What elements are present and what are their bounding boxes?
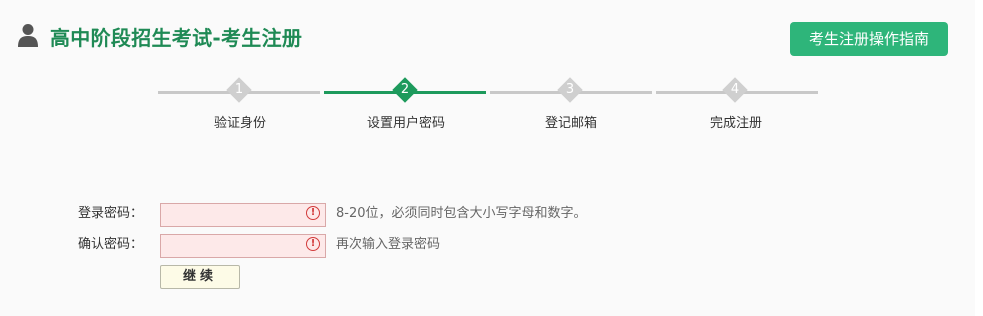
step-3-label: 登记邮箱 bbox=[544, 116, 597, 131]
step-1-marker: 1 bbox=[226, 77, 252, 103]
registration-panel: 高中阶段招生考试-考生注册 考生注册操作指南 1 2 3 4 验证身份 设置用户… bbox=[0, 0, 975, 316]
page-edge bbox=[975, 0, 983, 316]
confirm-password-label: 确认密码： bbox=[78, 237, 144, 252]
warning-icon: ! bbox=[306, 206, 320, 220]
progress-steps: 1 2 3 4 验证身份 设置用户密码 登记邮箱 完成注册 bbox=[158, 77, 818, 138]
step-2-label: 设置用户密码 bbox=[366, 116, 445, 131]
confirm-password-row: 确认密码： ! 再次输入登录密码 bbox=[0, 234, 975, 258]
step-2-number: 2 bbox=[400, 82, 410, 97]
password-label: 登录密码： bbox=[78, 206, 144, 221]
step-3-marker: 3 bbox=[557, 77, 583, 103]
step-1-number: 1 bbox=[234, 82, 244, 97]
step-4-marker: 4 bbox=[722, 77, 748, 103]
continue-button[interactable]: 继续 bbox=[160, 265, 240, 289]
step-1-label: 验证身份 bbox=[213, 116, 266, 131]
user-icon bbox=[18, 24, 38, 47]
step-3-number: 3 bbox=[565, 82, 575, 97]
password-row: 登录密码： ! 8-20位，必须同时包含大小写字母和数字。 bbox=[0, 203, 975, 227]
confirm-password-hint: 再次输入登录密码 bbox=[336, 237, 441, 252]
step-2-marker: 2 bbox=[392, 77, 418, 103]
confirm-password-input[interactable] bbox=[160, 234, 326, 258]
password-hint: 8-20位，必须同时包含大小写字母和数字。 bbox=[336, 206, 587, 221]
password-input[interactable] bbox=[160, 203, 326, 227]
registration-guide-button[interactable]: 考生注册操作指南 bbox=[790, 22, 948, 56]
page-title: 高中阶段招生考试-考生注册 bbox=[50, 26, 303, 50]
header: 高中阶段招生考试-考生注册 考生注册操作指南 bbox=[0, 0, 975, 70]
step-4-label: 完成注册 bbox=[709, 116, 762, 131]
warning-icon: ! bbox=[306, 237, 320, 251]
step-4-number: 4 bbox=[730, 82, 740, 97]
